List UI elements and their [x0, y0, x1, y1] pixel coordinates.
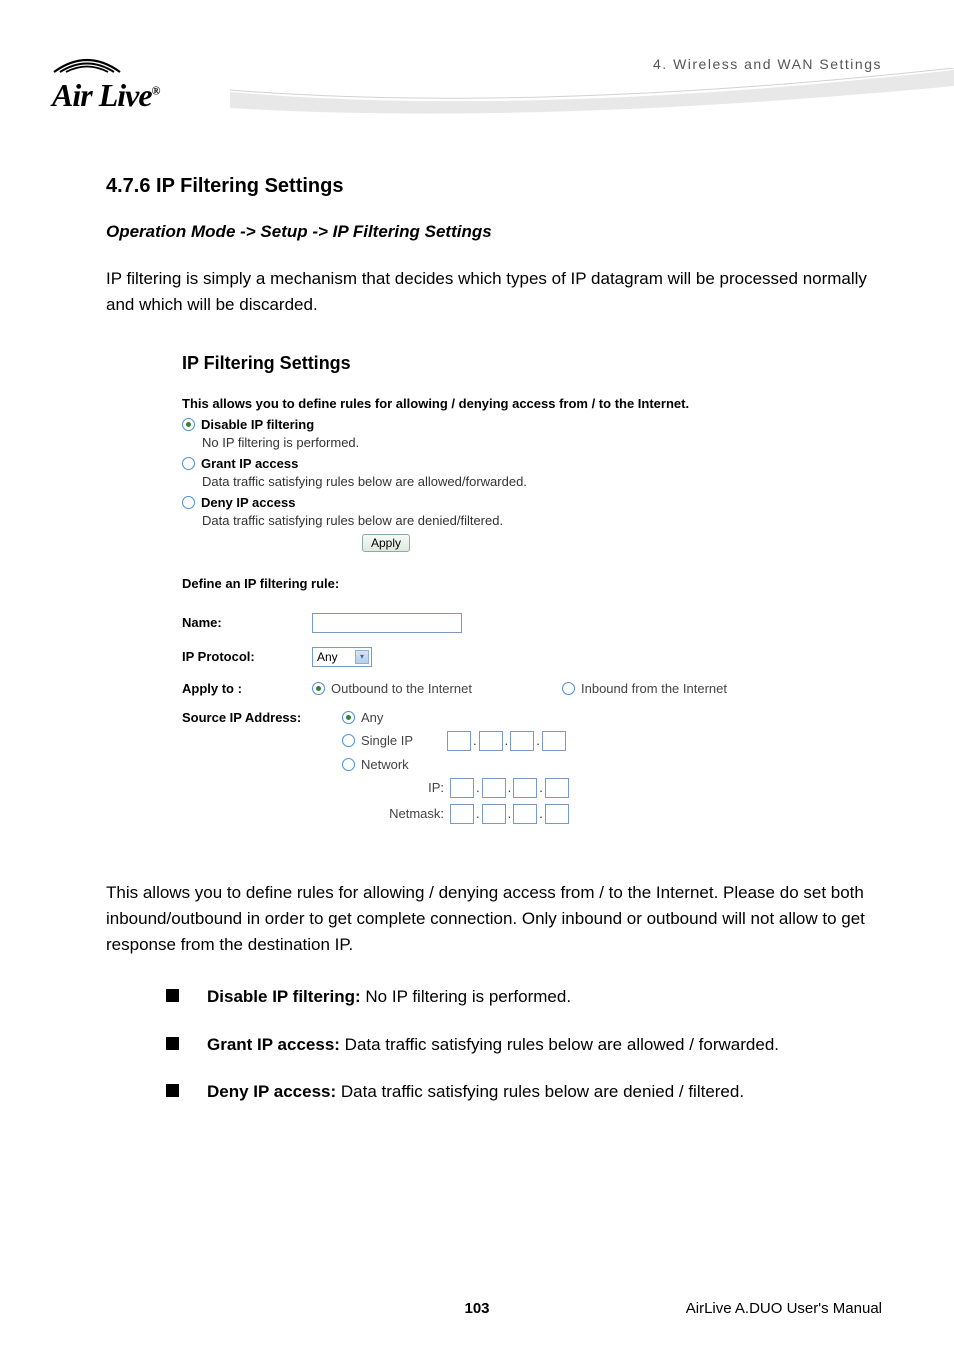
src-single-label: Single IP [361, 733, 441, 748]
radio-icon [312, 682, 325, 695]
ip-octet-input[interactable] [545, 804, 569, 824]
ip-octet-input[interactable] [542, 731, 566, 751]
protocol-row: IP Protocol: Any ▾ [182, 647, 822, 667]
ip-octet-input[interactable] [450, 778, 474, 798]
apply-button[interactable]: Apply [362, 534, 410, 552]
ip-octet-input[interactable] [482, 804, 506, 824]
square-bullet-icon [166, 989, 179, 1002]
screenshot-title: IP Filtering Settings [182, 353, 822, 374]
mode-disable-label: Disable IP filtering [201, 417, 314, 432]
radio-icon [182, 418, 195, 431]
applyto-outbound-label: Outbound to the Internet [331, 681, 472, 696]
network-ip-row: IP: . . . [388, 778, 569, 798]
mode-grant-sub: Data traffic satisfying rules below are … [202, 474, 822, 489]
name-label: Name: [182, 615, 312, 630]
chevron-down-icon: ▾ [355, 650, 369, 664]
ip-octet-input[interactable] [447, 731, 471, 751]
src-label: Source IP Address: [182, 710, 342, 830]
mode-grant-radio[interactable]: Grant IP access [182, 456, 822, 471]
radio-icon [342, 758, 355, 771]
protocol-value: Any [317, 650, 338, 664]
intro-text: IP filtering is simply a mechanism that … [106, 266, 888, 319]
ip-octet-input[interactable] [510, 731, 534, 751]
src-any-radio[interactable]: Any [342, 710, 569, 725]
breadcrumb: Operation Mode -> Setup -> IP Filtering … [106, 222, 888, 242]
applyto-label: Apply to : [182, 681, 312, 696]
bullet-item: Grant IP access: Data traffic satisfying… [166, 1033, 888, 1057]
src-any-label: Any [361, 710, 383, 725]
radio-icon [342, 711, 355, 724]
page-number: 103 [464, 1300, 489, 1317]
after-screenshot-text: This allows you to define rules for allo… [106, 880, 888, 959]
header-swoosh [230, 68, 954, 128]
ip-octet-input[interactable] [545, 778, 569, 798]
radio-icon [182, 457, 195, 470]
mode-grant-label: Grant IP access [201, 456, 298, 471]
square-bullet-icon [166, 1084, 179, 1097]
radio-icon [342, 734, 355, 747]
define-rule-label: Define an IP filtering rule: [182, 576, 822, 591]
mode-deny-sub: Data traffic satisfying rules below are … [202, 513, 822, 528]
brand-logo: Air Live® [52, 44, 160, 114]
ip-octet-input[interactable] [450, 804, 474, 824]
screenshot-desc: This allows you to define rules for allo… [182, 396, 822, 411]
single-ip-fields: . . . [447, 731, 566, 751]
bullet-item: Disable IP filtering: No IP filtering is… [166, 985, 888, 1009]
mode-disable-radio[interactable]: Disable IP filtering [182, 417, 822, 432]
bullet-list: Disable IP filtering: No IP filtering is… [166, 985, 888, 1104]
logo-waves-icon [52, 44, 122, 78]
radio-icon [182, 496, 195, 509]
protocol-select[interactable]: Any ▾ [312, 647, 372, 667]
network-ip-label: IP: [388, 780, 444, 795]
mode-disable-sub: No IP filtering is performed. [202, 435, 822, 450]
ip-octet-input[interactable] [513, 804, 537, 824]
network-netmask-label: Netmask: [388, 806, 444, 821]
mode-deny-label: Deny IP access [201, 495, 295, 510]
src-network-label: Network [361, 757, 409, 772]
section-title: 4.7.6 IP Filtering Settings [106, 175, 888, 198]
logo-text: Air Live® [52, 77, 160, 114]
applyto-outbound-radio[interactable]: Outbound to the Internet [312, 681, 562, 696]
ip-octet-input[interactable] [513, 778, 537, 798]
src-network-radio[interactable]: Network [342, 757, 569, 772]
ip-octet-input[interactable] [479, 731, 503, 751]
applyto-inbound-radio[interactable]: Inbound from the Internet [562, 681, 727, 696]
protocol-label: IP Protocol: [182, 649, 312, 664]
ip-octet-input[interactable] [482, 778, 506, 798]
bullet-item: Deny IP access: Data traffic satisfying … [166, 1080, 888, 1104]
applyto-inbound-label: Inbound from the Internet [581, 681, 727, 696]
settings-screenshot: IP Filtering Settings This allows you to… [182, 353, 822, 830]
name-row: Name: [182, 613, 822, 633]
manual-title: AirLive A.DUO User's Manual [686, 1300, 882, 1317]
applyto-row: Apply to : Outbound to the Internet Inbo… [182, 681, 822, 696]
network-netmask-row: Netmask: . . . [388, 804, 569, 824]
square-bullet-icon [166, 1037, 179, 1050]
src-single-radio[interactable]: Single IP . . . [342, 731, 569, 751]
radio-icon [562, 682, 575, 695]
mode-deny-radio[interactable]: Deny IP access [182, 495, 822, 510]
name-input[interactable] [312, 613, 462, 633]
